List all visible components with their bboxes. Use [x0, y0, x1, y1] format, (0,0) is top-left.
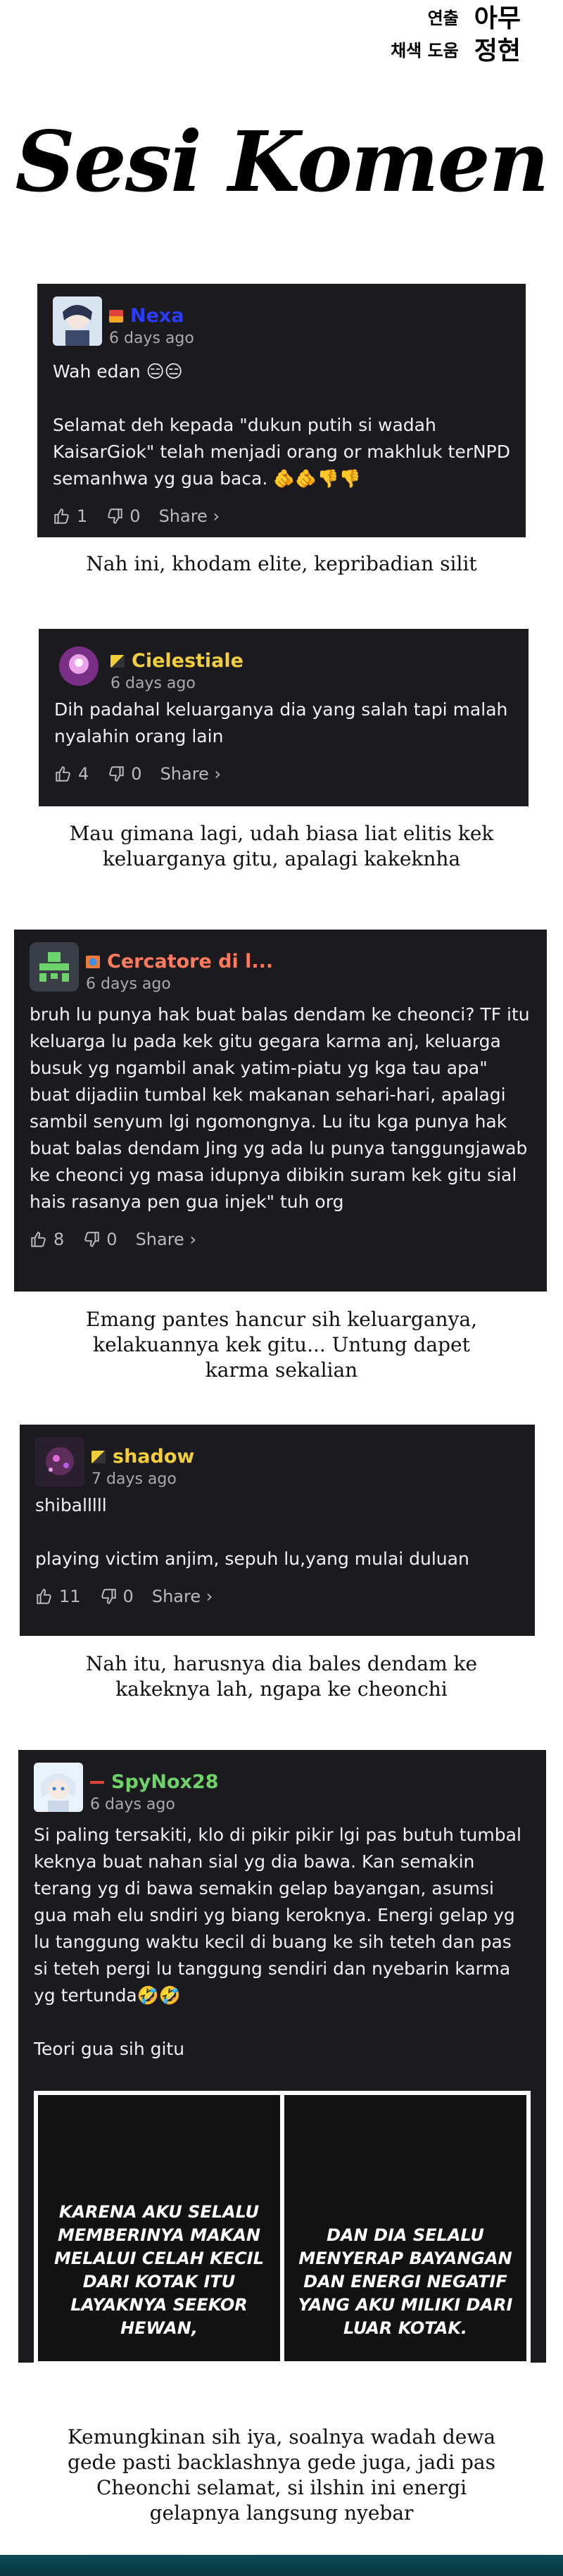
comment-text: Wah edan 😑😑	[53, 361, 183, 382]
avatar[interactable]	[54, 642, 103, 691]
like-button[interactable]: 1	[53, 506, 87, 526]
comment-card: Cielestiale 6 days ago Dih padahal kelua…	[39, 629, 529, 806]
comment-text: Teori gua sih gitu	[34, 2039, 185, 2059]
flag-icon	[110, 654, 125, 668]
username[interactable]: Cielestiale	[132, 650, 243, 672]
credit-row: 채색 도움 정현	[391, 32, 521, 65]
caption: Nah ini, khodam elite, kepribadian silit	[86, 552, 477, 575]
like-count: 4	[78, 764, 89, 784]
manga-panel-left: KARENA AKU SELALU MEMBERINYA MAKAN MELAL…	[38, 2095, 280, 2361]
manga-panel-right: DAN DIA SELALU MENYERAP BAYANGAN DAN ENE…	[284, 2095, 526, 2361]
comment-text: Dih padahal keluarganya dia yang salah t…	[54, 699, 508, 746]
dislike-count: 0	[131, 764, 142, 784]
thumbs-down-icon	[108, 508, 123, 524]
username[interactable]: Nexa	[130, 305, 184, 327]
dislike-button[interactable]: 0	[106, 506, 141, 526]
dislike-count: 0	[122, 1587, 134, 1606]
dislike-button[interactable]: 0	[107, 764, 142, 784]
dislike-button[interactable]: 0	[99, 1587, 134, 1606]
avatar[interactable]	[53, 296, 102, 346]
credit-name: 아무	[474, 4, 521, 33]
flag-icon	[91, 1450, 106, 1463]
like-button[interactable]: 8	[30, 1230, 64, 1249]
manga-panels: KARENA AKU SELALU MEMBERINYA MAKAN MELAL…	[34, 2091, 531, 2365]
dislike-count: 0	[106, 1230, 118, 1249]
like-count: 11	[59, 1587, 81, 1606]
share-button[interactable]: Share ›	[160, 764, 221, 784]
comment-text: Si paling tersakiti, klo di pikir pikir …	[34, 1825, 521, 2006]
share-button[interactable]: Share ›	[159, 506, 220, 526]
credit-role: 연출	[427, 8, 459, 28]
like-count: 8	[53, 1230, 65, 1249]
credit-row: 연출 아무	[391, 0, 521, 33]
page-title: Sesi Komen	[15, 113, 549, 211]
like-button[interactable]: 4	[54, 764, 89, 784]
credit-name: 정현	[474, 37, 521, 65]
caption: Nah itu, harusnya dia bales dendam ke ka…	[85, 1652, 478, 1701]
globe-icon	[86, 955, 100, 968]
dislike-count: 0	[129, 506, 141, 526]
thumbs-up-icon	[56, 766, 70, 782]
timestamp: 7 days ago	[91, 1470, 177, 1488]
thumbs-up-icon	[31, 1232, 46, 1247]
comment-text: shiballlll	[35, 1495, 107, 1515]
thumbs-down-icon	[109, 766, 125, 782]
comment-card: shadow 7 days ago shiballlll playing vic…	[20, 1425, 535, 1636]
flag-icon	[90, 1775, 104, 1789]
comment-card: Cercatore di l... 6 days ago bruh lu pun…	[14, 930, 547, 1292]
flag-icon	[109, 309, 123, 323]
timestamp: 6 days ago	[109, 330, 194, 347]
share-button[interactable]: Share ›	[152, 1587, 213, 1606]
avatar[interactable]	[34, 1763, 83, 1812]
username[interactable]: Cercatore di l...	[107, 951, 273, 973]
comment-text: Selamat deh kepada "dukun putih si wadah…	[53, 415, 510, 489]
timestamp: 6 days ago	[86, 975, 171, 993]
dislike-button[interactable]: 0	[82, 1230, 118, 1249]
comment-card: SpyNox28 6 days ago Si paling tersakiti,…	[18, 1750, 546, 2365]
avatar[interactable]	[30, 942, 79, 992]
credits: 연출 아무 채색 도움 정현	[391, 0, 521, 65]
caption: Emang pantes hancur sih keluarganya, kel…	[86, 1308, 477, 1382]
thumbs-down-icon	[101, 1589, 116, 1604]
thumbs-up-icon	[54, 508, 69, 524]
caption: Kemungkinan sih iya, soalnya wadah dewa …	[67, 2425, 496, 2525]
like-button[interactable]: 11	[35, 1587, 81, 1606]
comment-card: Nexa 6 days ago Wah edan 😑😑 Selamat deh …	[37, 284, 526, 537]
avatar[interactable]	[35, 1437, 84, 1487]
thumbs-down-icon	[84, 1232, 100, 1247]
username[interactable]: shadow	[113, 1446, 194, 1468]
credit-role: 채색 도움	[391, 40, 459, 61]
timestamp: 6 days ago	[110, 675, 196, 692]
timestamp: 6 days ago	[90, 1796, 175, 1813]
caption: Mau gimana lagi, udah biasa liat elitis …	[69, 822, 494, 870]
comment-text: bruh lu punya hak buat balas dendam ke c…	[30, 1004, 530, 1212]
username[interactable]: SpyNox28	[111, 1771, 219, 1793]
thumbs-up-icon	[37, 1589, 51, 1604]
next-panel-strip	[0, 2555, 563, 2576]
share-button[interactable]: Share ›	[136, 1230, 196, 1249]
like-count: 1	[77, 506, 88, 526]
comment-text: playing victim anjim, sepuh lu,yang mula…	[35, 1549, 469, 1569]
